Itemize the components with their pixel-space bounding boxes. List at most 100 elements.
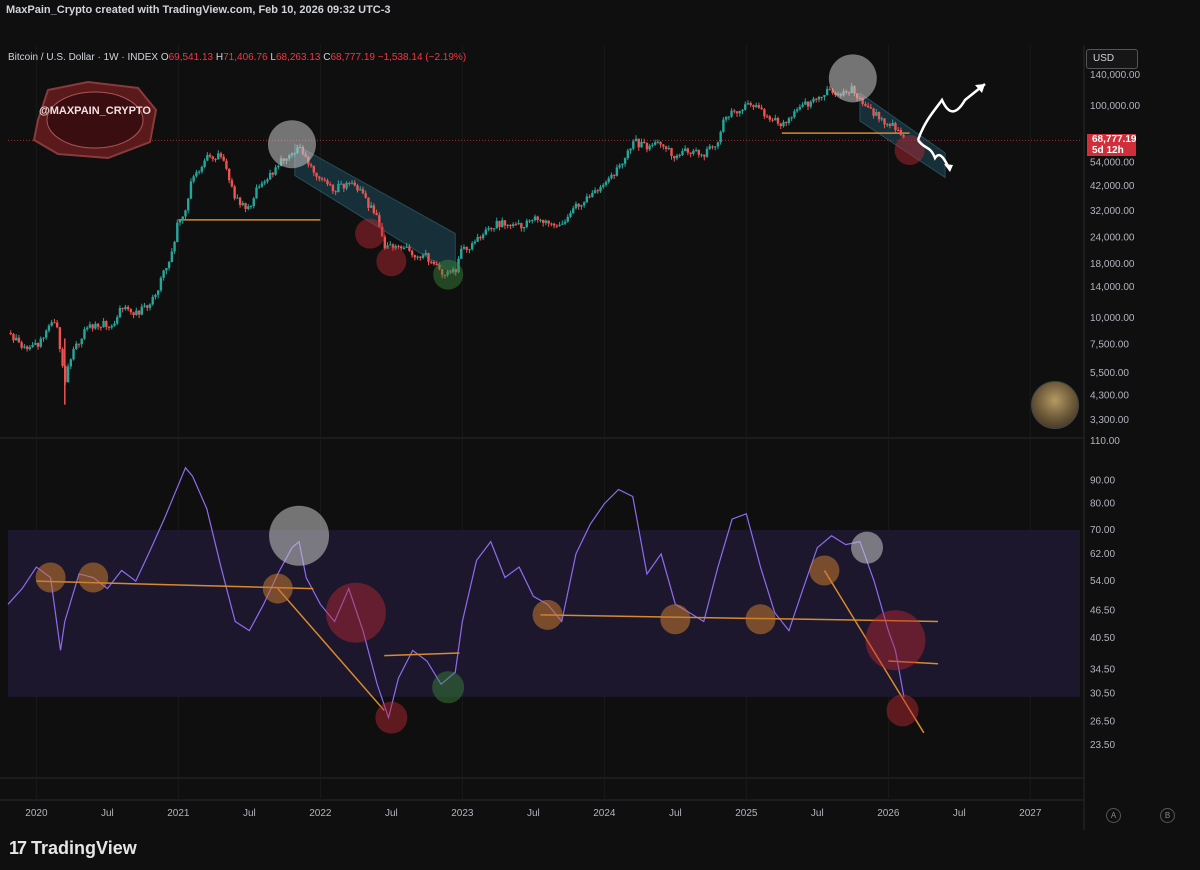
candle-body: [886, 124, 889, 126]
candle-body: [872, 108, 875, 116]
candle-body: [801, 104, 804, 107]
candle-body: [99, 326, 103, 328]
candle-body: [94, 323, 97, 329]
candle-body: [413, 255, 417, 258]
candle-body: [77, 343, 81, 345]
candle-body: [50, 322, 53, 326]
candle-body: [651, 144, 654, 146]
auto-scale-button[interactable]: A: [1106, 808, 1121, 823]
candle-body: [760, 107, 763, 110]
rsi-axis-tick: 34.50: [1090, 664, 1115, 675]
candle-body: [533, 216, 537, 221]
candle-body: [208, 155, 212, 157]
candle-body: [238, 197, 242, 205]
candle-body: [83, 329, 86, 339]
candle-body: [72, 349, 75, 360]
candle-body: [105, 321, 108, 327]
credit-text: MaxPain_Crypto created with TradingView.…: [6, 4, 391, 16]
candle-body: [484, 229, 488, 235]
symbol-legend[interactable]: Bitcoin / U.S. Dollar · 1W · INDEX O69,5…: [8, 52, 466, 63]
candle-body: [683, 148, 687, 152]
candle-body: [181, 216, 184, 221]
candle-body: [42, 337, 45, 339]
candle-body: [137, 310, 141, 315]
candle-body: [214, 158, 217, 160]
candle-body: [612, 174, 616, 176]
rsi-axis-tick: 26.50: [1090, 716, 1115, 727]
rsi-circle-marker: [35, 562, 66, 593]
price-axis-tick: 32,000.00: [1090, 206, 1135, 217]
candle-body: [673, 156, 676, 159]
rsi-axis-tick: 62.00: [1090, 549, 1115, 560]
candle-body: [222, 156, 225, 161]
currency-selector[interactable]: USD: [1086, 49, 1138, 69]
candle-body: [135, 310, 138, 316]
candle-body: [116, 317, 119, 324]
candle-body: [591, 192, 594, 197]
rsi-circle-marker: [375, 701, 408, 734]
candle-body: [85, 327, 89, 330]
time-axis-tick: Jul: [669, 808, 682, 819]
candle-body: [705, 148, 709, 157]
candle-body: [522, 226, 526, 229]
rsi-circle-marker: [532, 599, 563, 630]
candle-body: [664, 146, 668, 149]
candle-body: [585, 196, 589, 203]
rsi-circle-marker: [78, 562, 109, 593]
candle-body: [626, 150, 630, 159]
candle-body: [487, 228, 490, 230]
candle-body: [738, 111, 741, 114]
candle-body: [107, 326, 111, 328]
candle-body: [227, 168, 231, 181]
candle-body: [883, 118, 886, 125]
candle-body: [724, 116, 728, 120]
candle-body: [544, 220, 548, 223]
open-value: 69,541.13: [168, 52, 214, 63]
candle-body: [866, 105, 870, 108]
candle-body: [703, 154, 706, 157]
rsi-axis-tick: 54.00: [1090, 576, 1115, 587]
candle-body: [692, 150, 695, 154]
candle-body: [143, 305, 146, 307]
candle-body: [754, 105, 758, 107]
candle-body: [408, 246, 411, 251]
candle-body: [812, 98, 815, 102]
candle-body: [763, 109, 766, 117]
price-axis-tick: 3,300.00: [1090, 415, 1129, 426]
candle-body: [53, 322, 56, 324]
candle-body: [364, 193, 367, 198]
candle-body: [225, 160, 228, 169]
candle-body: [410, 250, 414, 256]
rsi-axis-tick: 110.00: [1090, 436, 1120, 447]
candle-body: [566, 216, 569, 222]
candle-body: [113, 323, 116, 326]
time-axis-tick: 2024: [593, 808, 616, 819]
candle-body: [774, 117, 777, 121]
candle-body: [156, 290, 160, 295]
rsi-circle-marker: [851, 531, 884, 564]
candle-body: [34, 343, 37, 345]
rsi-axis-tick: 40.50: [1090, 633, 1115, 644]
time-axis-tick: 2020: [25, 808, 48, 819]
candle-body: [192, 176, 195, 182]
candle-body: [255, 187, 258, 199]
log-scale-button[interactable]: B: [1160, 808, 1175, 823]
candle-body: [492, 228, 496, 230]
candle-body: [768, 116, 772, 120]
candle-body: [146, 305, 149, 308]
candle-body: [896, 129, 900, 131]
tradingview-brand[interactable]: 17 TradingView: [9, 838, 137, 859]
rsi-axis-tick: 80.00: [1090, 499, 1115, 510]
rsi-circle-marker: [660, 604, 691, 635]
candle-body: [356, 185, 359, 191]
candle-body: [345, 182, 348, 189]
rsi-axis-tick: 46.50: [1090, 606, 1115, 617]
rsi-axis-tick: 30.50: [1090, 689, 1115, 700]
candle-body: [369, 205, 373, 208]
candle-body: [714, 146, 717, 148]
candle-body: [268, 172, 272, 180]
candle-body: [69, 359, 73, 367]
chart-area[interactable]: 140,000.00 100,000.00 54,000.00 42,000.00 32…: [0, 22, 1200, 830]
candle-body: [752, 105, 755, 107]
candle-body: [602, 184, 605, 187]
